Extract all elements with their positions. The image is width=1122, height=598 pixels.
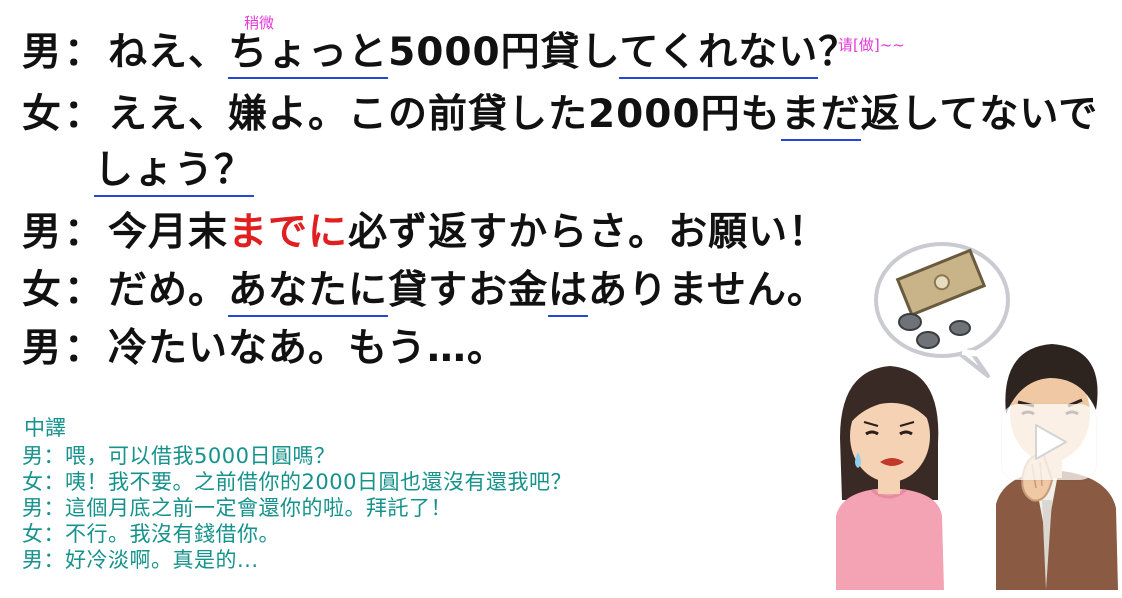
- underlined-phrase: まだ: [780, 92, 861, 141]
- dialogue-line-2: 女： ええ、嫌よ。この前貸した2000円もまだ返してないで: [22, 92, 1099, 141]
- colon: ：: [64, 210, 105, 255]
- colon: ：: [64, 326, 105, 371]
- coin-icon: [949, 320, 971, 336]
- play-icon: [1035, 424, 1067, 460]
- line-text: だめ。: [108, 268, 229, 313]
- coin-icon: [898, 313, 922, 331]
- coin-icon: [916, 331, 940, 349]
- speaker: 男: [22, 210, 63, 255]
- translation-title: 中譯: [24, 416, 66, 440]
- line-text: 貸すお金: [388, 268, 549, 313]
- thought-bubble: [874, 242, 1010, 378]
- line-text: 5000円貸し: [388, 30, 620, 75]
- emphasized-phrase: までに: [228, 210, 349, 255]
- speaker: 男: [22, 30, 63, 75]
- underlined-phrase: ちょっと: [228, 30, 389, 79]
- line-text: 今月末: [108, 210, 229, 255]
- colon: ：: [64, 92, 105, 137]
- speaker: 女: [22, 268, 63, 313]
- underlined-phrase: は: [548, 268, 589, 317]
- line-text: 必ず返すからさ。お願い！: [348, 210, 829, 255]
- speaker: 女: [22, 92, 63, 137]
- dialogue-line-3: 男： 今月末までに必ず返すからさ。お願い！: [22, 210, 828, 256]
- woman-figure: [836, 366, 944, 590]
- colon: ：: [64, 268, 105, 313]
- dialogue-line-5: 男： 冷たいなあ。もう…。: [22, 326, 507, 372]
- annotation-chotto: 稍微: [244, 14, 275, 32]
- dialogue-line-4: 女： だめ。あなたに貸すお金はありません。: [22, 268, 827, 317]
- play-button[interactable]: [1002, 404, 1096, 480]
- dialogue-line-1: 男： ねえ、ちょっと5000円貸してくれない？: [22, 30, 858, 79]
- line-text: ねえ、: [108, 30, 229, 75]
- underlined-phrase: てくれない: [619, 30, 819, 79]
- line-text: ありません。: [588, 268, 827, 313]
- annotation-kurenai: 请[做]~~: [838, 36, 905, 54]
- translation-line: 男：好冷淡啊。真是的...: [22, 548, 259, 572]
- speaker: 男: [22, 326, 63, 371]
- colon: ：: [64, 30, 105, 75]
- line-text: 冷たいなあ。もう…。: [108, 326, 507, 371]
- underlined-phrase: しょう？: [94, 148, 255, 197]
- dialogue-line-2-continued: しょう？: [94, 148, 255, 197]
- line-text: 返してないで: [860, 92, 1099, 137]
- underlined-phrase: あなたに: [228, 268, 389, 317]
- line-text: ええ、嫌よ。この前貸した2000円も: [108, 92, 781, 137]
